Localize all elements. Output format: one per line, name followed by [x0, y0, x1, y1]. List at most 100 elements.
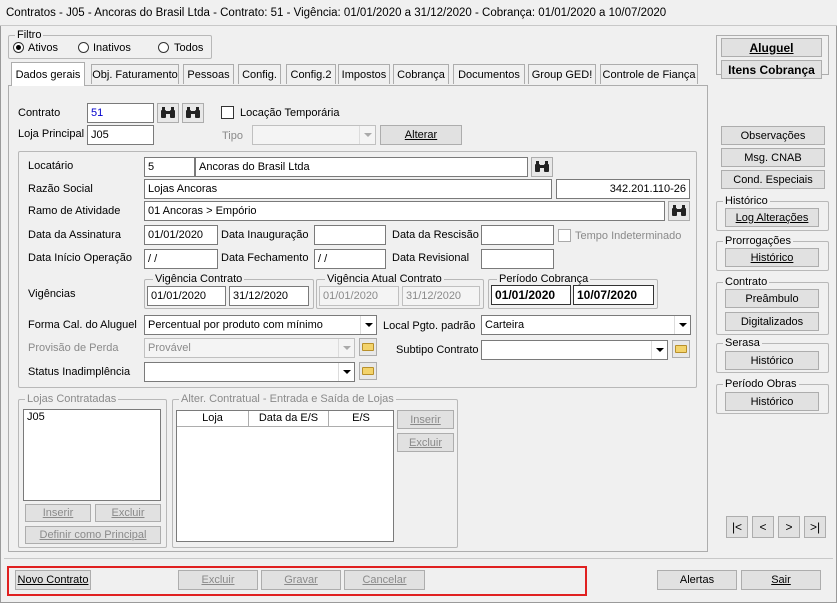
- radio-inativos-label[interactable]: Inativos: [93, 42, 131, 54]
- ramo-search-icon[interactable]: [668, 201, 690, 221]
- chevron-down-icon: [360, 316, 376, 334]
- lojas-list[interactable]: J05: [23, 409, 161, 501]
- serasa-historico-button[interactable]: Histórico: [725, 351, 819, 370]
- alertas-button[interactable]: Alertas: [657, 570, 737, 590]
- vigencia-atual-inicio: 01/01/2020: [319, 286, 399, 306]
- alter-table[interactable]: Loja Data da E/S E/S: [176, 410, 394, 542]
- column-data-es[interactable]: Data da E/S: [249, 411, 329, 426]
- tab-config2[interactable]: Config.2: [286, 64, 336, 84]
- locacao-temporaria-label[interactable]: Locação Temporária: [240, 107, 339, 119]
- tab-cobranca[interactable]: Cobrança: [393, 64, 449, 84]
- chevron-down-icon: [338, 363, 354, 381]
- subtipo-contrato-label: Subtipo Contrato: [396, 344, 479, 356]
- itens-cobranca-label: Itens Cobrança: [728, 62, 815, 77]
- tab-impostos[interactable]: Impostos: [338, 64, 390, 84]
- loja-principal-input[interactable]: J05: [87, 125, 154, 145]
- preambulo-button[interactable]: Preâmbulo: [725, 289, 819, 308]
- next-record-button[interactable]: >: [778, 516, 800, 538]
- vigencia-contrato-fim[interactable]: 31/12/2020: [229, 286, 309, 306]
- search-binoculars-icon[interactable]: [157, 103, 179, 123]
- local-pgto-select[interactable]: Carteira: [481, 315, 691, 335]
- provisao-folder-icon[interactable]: [359, 338, 377, 356]
- vigencia-contrato-inicio[interactable]: 01/01/2020: [147, 286, 226, 306]
- locatario-code-input[interactable]: 5: [144, 157, 195, 177]
- radio-ativos-label[interactable]: Ativos: [28, 42, 58, 54]
- data-assinatura-label: Data da Assinatura: [28, 229, 121, 241]
- tab-label: Config.: [242, 68, 277, 81]
- status-folder-icon[interactable]: [359, 362, 377, 380]
- novo-contrato-button[interactable]: Novo Contrato: [15, 570, 91, 590]
- itens-cobranca-button[interactable]: Itens Cobrança: [721, 60, 822, 79]
- vigencia-contrato-label: Vigência Contrato: [153, 273, 245, 285]
- msg-cnab-button[interactable]: Msg. CNAB: [721, 148, 825, 167]
- data-revisional-input[interactable]: [481, 249, 554, 269]
- ramo-atividade-input[interactable]: 01 Ancoras > Empório: [144, 201, 665, 221]
- provisao-perda-select[interactable]: Provável: [144, 338, 355, 358]
- cnpj-input[interactable]: 342.201.110-26: [556, 179, 690, 199]
- column-es[interactable]: E/S: [329, 411, 393, 426]
- cond-especiais-button[interactable]: Cond. Especiais: [721, 170, 825, 189]
- obras-historico-button[interactable]: Histórico: [725, 392, 819, 411]
- contrato-input[interactable]: 51: [87, 103, 154, 123]
- subtipo-contrato-select[interactable]: [481, 340, 668, 360]
- tab-pessoas[interactable]: Pessoas: [183, 64, 234, 84]
- last-record-button[interactable]: >|: [804, 516, 826, 538]
- tab-config[interactable]: Config.: [238, 64, 281, 84]
- definir-principal-button[interactable]: Definir como Principal: [25, 526, 161, 544]
- alterar-button[interactable]: Alterar: [380, 125, 462, 145]
- data-inicio-operacao-input[interactable]: / /: [144, 249, 218, 269]
- radio-inativos[interactable]: [78, 42, 89, 53]
- data-revisional-label: Data Revisional: [392, 252, 470, 264]
- log-alteracoes-button[interactable]: Log Alterações: [725, 208, 819, 227]
- sair-button[interactable]: Sair: [741, 570, 821, 590]
- search-binoculars-icon-2[interactable]: [182, 103, 204, 123]
- cancelar-button[interactable]: Cancelar: [344, 570, 425, 590]
- obras-historico-label: Histórico: [750, 395, 794, 408]
- subtipo-folder-icon[interactable]: [672, 340, 690, 358]
- data-rescisao-input[interactable]: [481, 225, 554, 245]
- lojas-excluir-button[interactable]: Excluir: [95, 504, 161, 522]
- radio-todos[interactable]: [158, 42, 169, 53]
- locacao-temporaria-checkbox[interactable]: [221, 106, 234, 119]
- razao-social-input[interactable]: Lojas Ancoras: [144, 179, 552, 199]
- lojas-contratadas-label: Lojas Contratadas: [25, 393, 119, 405]
- aluguel-button[interactable]: Aluguel: [721, 38, 822, 57]
- novo-contrato-label: Novo Contrato: [17, 574, 89, 586]
- radio-ativos[interactable]: [13, 42, 24, 53]
- excluir-button[interactable]: Excluir: [178, 570, 258, 590]
- lojas-inserir-button[interactable]: Inserir: [25, 504, 91, 522]
- radio-todos-label[interactable]: Todos: [174, 42, 203, 54]
- column-loja[interactable]: Loja: [177, 411, 249, 426]
- locatario-name-input[interactable]: Ancoras do Brasil Ltda: [195, 157, 528, 177]
- alter-excluir-button[interactable]: Excluir: [397, 433, 454, 452]
- prev-record-button[interactable]: <: [752, 516, 774, 538]
- prorrogacoes-historico-button[interactable]: Histórico: [725, 248, 819, 267]
- tab-documentos[interactable]: Documentos: [453, 64, 525, 84]
- forma-calculo-select[interactable]: Percentual por produto com mínimo: [144, 315, 377, 335]
- razao-social-label: Razão Social: [28, 183, 93, 195]
- digitalizados-label: Digitalizados: [740, 315, 804, 328]
- alter-inserir-button[interactable]: Inserir: [397, 410, 454, 429]
- locatario-search-icon[interactable]: [531, 157, 553, 177]
- locatario-label: Locatário: [28, 160, 74, 172]
- data-fechamento-input[interactable]: / /: [314, 249, 386, 269]
- status-inadimplencia-select[interactable]: [144, 362, 355, 382]
- tipo-select[interactable]: [252, 125, 376, 145]
- gravar-button[interactable]: Gravar: [261, 570, 341, 590]
- data-inauguracao-input[interactable]: [314, 225, 386, 245]
- data-assinatura-input[interactable]: 01/01/2020: [144, 225, 218, 245]
- first-record-button[interactable]: |<: [726, 516, 748, 538]
- status-inadimplencia-label: Status Inadimplência: [28, 366, 131, 378]
- tab-obj-faturamento[interactable]: Obj. Faturamento: [91, 64, 179, 84]
- contrato-label: Contrato: [18, 107, 61, 119]
- tab-dados-gerais[interactable]: Dados gerais: [11, 62, 85, 86]
- observacoes-label: Observações: [740, 129, 806, 142]
- digitalizados-button[interactable]: Digitalizados: [725, 312, 819, 331]
- tab-group-ged[interactable]: Group GED!: [528, 64, 596, 84]
- observacoes-button[interactable]: Observações: [721, 126, 825, 145]
- serasa-historico-label: Histórico: [750, 354, 794, 367]
- list-item[interactable]: J05: [27, 411, 157, 423]
- tab-controle-fianca[interactable]: Controle de Fiança: [600, 64, 698, 84]
- tempo-indeterminado-checkbox[interactable]: [558, 229, 571, 242]
- tab-label: Documentos: [458, 68, 520, 81]
